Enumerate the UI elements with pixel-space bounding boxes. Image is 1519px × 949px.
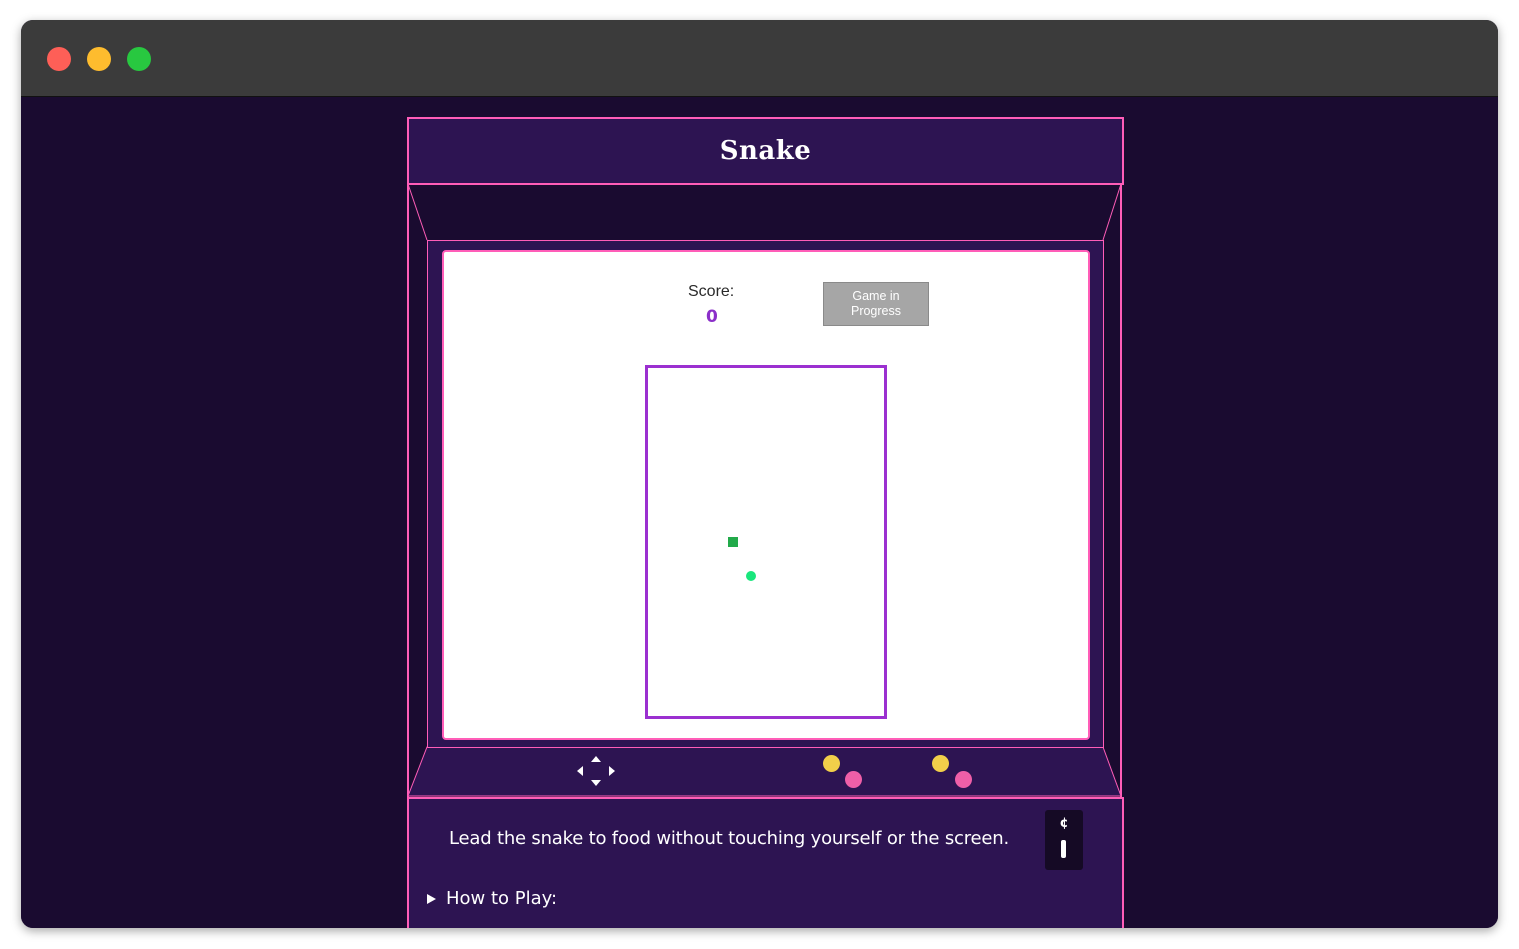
minimize-button[interactable] (87, 47, 111, 71)
close-button[interactable] (47, 47, 71, 71)
coin-slot-icon[interactable]: ¢ (1045, 810, 1083, 870)
food-pellet (746, 571, 756, 581)
title-bar (21, 20, 1498, 97)
score-value: 0 (706, 307, 718, 327)
game-board[interactable] (645, 365, 887, 719)
page-content: Snake Score: 0 Game in Progress Lead the… (21, 97, 1498, 928)
action-button-pink-1[interactable] (845, 771, 862, 788)
game-status-button[interactable]: Game in Progress (823, 282, 929, 326)
disclosure-triangle-icon (427, 893, 436, 904)
action-button-yellow-1[interactable] (823, 755, 840, 772)
how-to-play-toggle[interactable]: How to Play: (427, 888, 557, 909)
game-title: Snake (719, 136, 812, 166)
coin-symbol: ¢ (1059, 816, 1069, 831)
coin-opening (1061, 840, 1066, 858)
dpad-icon[interactable] (573, 754, 619, 788)
maximize-button[interactable] (127, 47, 151, 71)
browser-window: Snake Score: 0 Game in Progress Lead the… (21, 20, 1498, 928)
snake-head (728, 537, 738, 547)
game-description: Lead the snake to food without touching … (449, 828, 1009, 849)
action-button-pink-2[interactable] (955, 771, 972, 788)
game-screen: Score: 0 Game in Progress (442, 250, 1090, 740)
action-button-yellow-2[interactable] (932, 755, 949, 772)
how-to-play-label: How to Play: (446, 888, 558, 909)
score-label: Score: (688, 283, 735, 300)
control-panel (407, 746, 1122, 796)
info-panel: Lead the snake to food without touching … (407, 797, 1124, 928)
arcade-marquee: Snake (407, 117, 1124, 185)
